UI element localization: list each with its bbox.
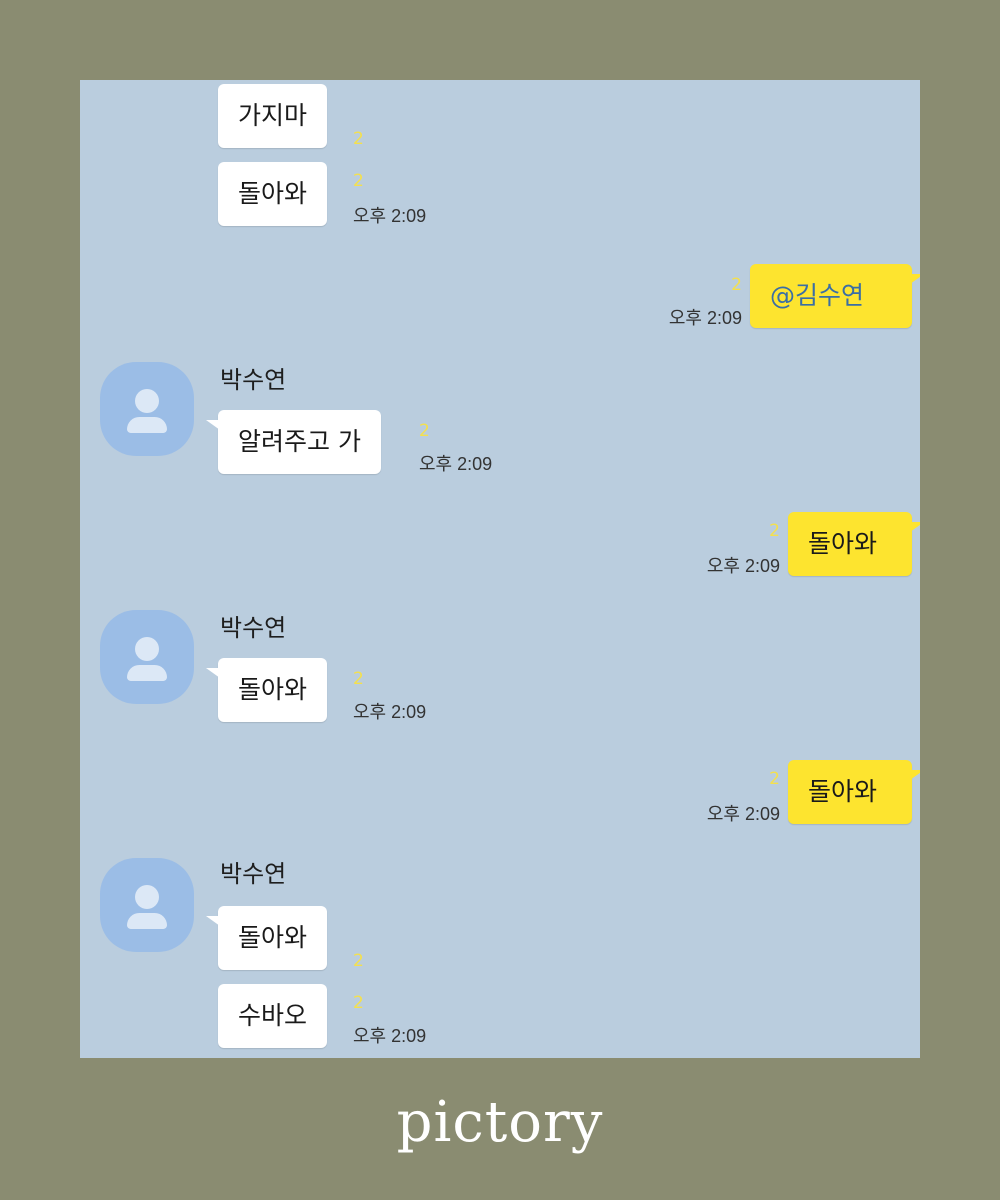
message-bubble[interactable]: 돌아와 xyxy=(788,512,920,576)
default-profile-icon xyxy=(135,637,159,661)
message-bubble[interactable]: 가지마 xyxy=(218,84,328,148)
message-bubble[interactable]: 돌아와 xyxy=(788,760,920,824)
chat-screenshot: 가지마 2 돌아와 2 오후 2:09 2 오후 2:09 @김수연 박수연 알… xyxy=(80,80,920,1058)
message-bubble[interactable]: 돌아와 xyxy=(205,658,328,722)
unread-count: 2 xyxy=(353,669,364,689)
message-bubble[interactable]: 돌아와 xyxy=(205,906,328,970)
message-time: 오후 2:09 xyxy=(706,804,780,824)
profile-avatar[interactable] xyxy=(100,610,194,704)
sender-name: 박수연 xyxy=(220,366,287,394)
unread-count: 2 xyxy=(353,171,364,191)
message-bubble[interactable]: @김수연 xyxy=(750,264,920,328)
message-time: 오후 2:09 xyxy=(668,308,742,328)
default-profile-icon xyxy=(135,885,159,909)
message-time: 오후 2:09 xyxy=(353,206,427,226)
unread-count: 2 xyxy=(353,129,364,149)
message-time: 오후 2:09 xyxy=(353,1026,427,1046)
default-profile-icon-body xyxy=(127,665,167,681)
unread-count: 2 xyxy=(769,769,780,789)
message-bubble[interactable]: 알려주고 가 xyxy=(206,410,381,474)
unread-count: 2 xyxy=(353,951,364,971)
unread-count: 2 xyxy=(769,521,780,541)
brand-watermark: pictory xyxy=(396,1090,604,1155)
message-bubble[interactable]: 돌아와 xyxy=(218,162,328,226)
default-profile-icon-body xyxy=(127,913,167,929)
unread-count: 2 xyxy=(419,421,430,441)
profile-avatar[interactable] xyxy=(100,362,194,456)
sender-name: 박수연 xyxy=(220,614,287,642)
unread-count: 2 xyxy=(353,993,364,1013)
default-profile-icon xyxy=(135,389,159,413)
message-time: 오후 2:09 xyxy=(419,454,493,474)
message-bubble[interactable]: 수바오 xyxy=(218,984,328,1048)
default-profile-icon-body xyxy=(127,417,167,433)
unread-count: 2 xyxy=(731,275,742,295)
message-time: 오후 2:09 xyxy=(706,556,780,576)
message-time: 오후 2:09 xyxy=(353,702,427,722)
profile-avatar[interactable] xyxy=(100,858,194,952)
sender-name: 박수연 xyxy=(220,860,287,888)
